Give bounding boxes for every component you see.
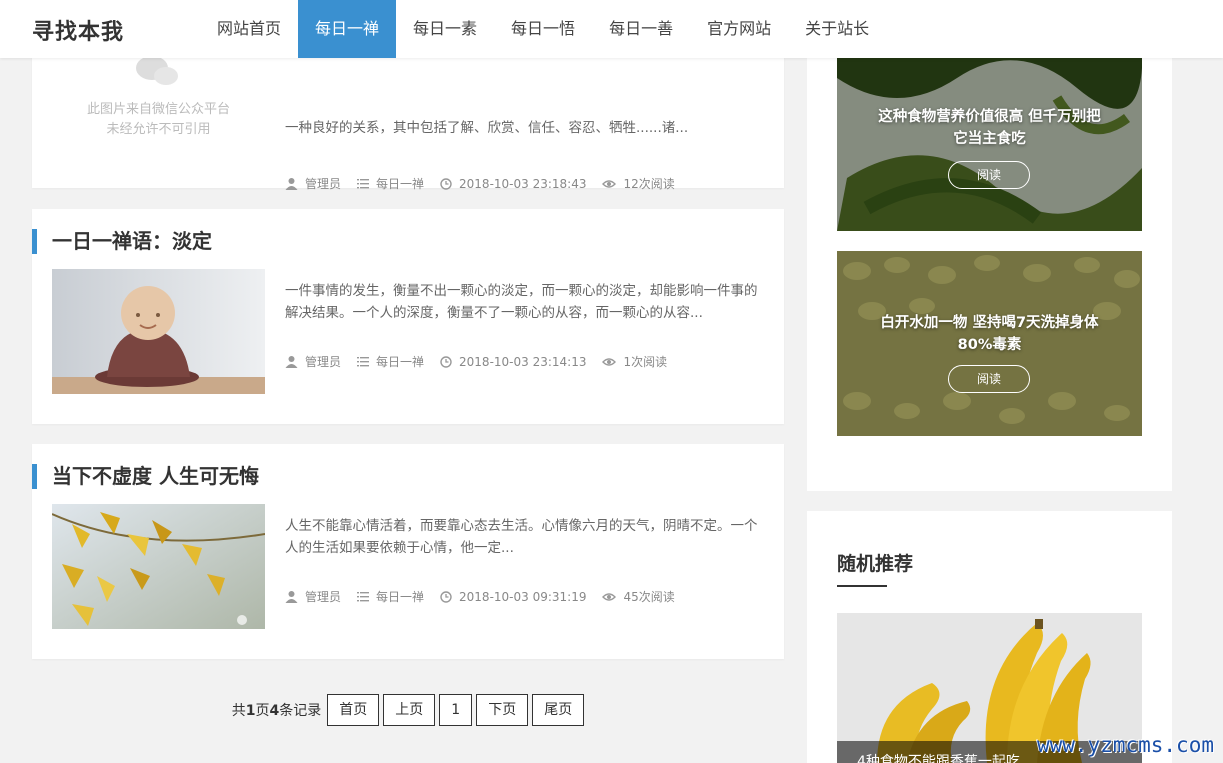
monk-figurine-image [52,269,265,394]
clock-icon [440,177,452,190]
article-excerpt: 一种良好的关系，其中包括了解、欣赏、信任、容忍、牺牲......诸... [285,120,689,136]
user-icon [285,178,298,190]
article-title[interactable]: 一日一禅语：淡定 [32,229,212,254]
site-watermark: www.yzmcms.com [1036,733,1214,757]
page-number-button[interactable]: 1 [439,694,473,726]
last-page-button[interactable]: 尾页 [532,694,585,726]
list-icon [357,179,370,189]
article-card: 当下不虚度 人生可无悔 人生不能靠心情活着，而要靠心态去生活。心情像六月的天气，… [32,444,784,659]
nav-item-daily-vegetarian[interactable]: 每日一素 [396,0,494,58]
article-date: 2018-10-03 09:31:19 [459,589,587,604]
user-icon [285,356,298,368]
article-excerpt: 一件事情的发生，衡量不出一颗心的淡定，而一颗心的淡定，却能影响一件事的解决结果。… [285,283,758,321]
prev-page-button[interactable]: 上页 [383,694,436,726]
article-views: 12次阅读 [623,177,675,191]
pagination: 共1页4条记录 首页 上页 1 下页 尾页 [32,694,784,726]
article-thumbnail[interactable] [52,504,265,629]
article-excerpt: 人生不能靠心情活着，而要靠心态去生活。心情像六月的天气，阴晴不定。一个人的生活如… [285,518,758,556]
article-category[interactable]: 每日一禅 [376,175,424,192]
article-meta: 管理员 每日一禅 2018-10-03 23:18:43 12次阅读 [285,175,691,192]
article-category[interactable]: 每日一禅 [376,588,424,605]
article-author[interactable]: 管理员 [305,353,341,370]
user-icon [285,591,298,603]
next-page-button[interactable]: 下页 [476,694,529,726]
promo-card[interactable]: 白开水加一物 坚持喝7天洗掉身体80%毒素 阅读 [837,251,1142,436]
promo-title: 这种食物营养价值很高 但千万别把它当主食吃 [878,109,1101,147]
read-button[interactable]: 阅读 [948,161,1030,189]
article-views: 45次阅读 [623,590,675,604]
article-meta: 管理员 每日一禅 2018-10-03 23:14:13 1次阅读 [285,353,683,370]
list-icon [357,357,370,367]
nav-item-official-site[interactable]: 官方网站 [690,0,788,58]
article-views: 1次阅读 [623,355,668,369]
main-nav: 网站首页 每日一禅 每日一素 每日一悟 每日一善 官方网站 关于站长 [200,0,886,58]
clock-icon [440,590,452,603]
article-title[interactable]: 当下不虚度 人生可无悔 [32,464,259,489]
article-author[interactable]: 管理员 [305,588,341,605]
nav-item-home[interactable]: 网站首页 [200,0,298,58]
read-button[interactable]: 阅读 [948,365,1030,393]
article-card: 一日一禅语：淡定 一件事情的发生，衡量不出一颗心的淡定，而一颗心的淡定，却能影响… [32,209,784,424]
article-date: 2018-10-03 23:14:13 [459,354,587,369]
article-meta: 管理员 每日一禅 2018-10-03 09:31:19 45次阅读 [285,588,691,605]
pagination-summary: 共1页4条记录 [231,703,322,719]
nav-item-about[interactable]: 关于站长 [788,0,886,58]
first-page-button[interactable]: 首页 [327,694,380,726]
nav-item-daily-insight[interactable]: 每日一悟 [494,0,592,58]
eye-icon [602,592,617,601]
section-title: 随机推荐 [837,553,914,575]
section-title-underline [837,585,887,587]
sidebar-featured: 这种食物营养价值很高 但千万别把它当主食吃 阅读 白开水加一物 坚持喝7天洗掉身… [807,0,1172,491]
nav-item-daily-kindness[interactable]: 每日一善 [592,0,690,58]
site-header: 寻找本我 网站首页 每日一禅 每日一素 每日一悟 每日一善 官方网站 关于站长 [0,0,1223,58]
promo-title: 白开水加一物 坚持喝7天洗掉身体80%毒素 [880,315,1099,353]
eye-icon [602,357,617,366]
thumbnail-caption: 未经允许不可引用 [106,122,211,137]
thumbnail-caption: 此图片来自微信公众平台 [86,102,230,117]
article-thumbnail[interactable]: 此图片来自微信公众平台 未经允许不可引用 [52,46,265,171]
article-date: 2018-10-03 23:18:43 [459,176,587,191]
ginkgo-leaves-image [52,504,265,629]
nav-item-daily-zen[interactable]: 每日一禅 [298,0,397,58]
recommend-title: 4种食物不能跟香蕉一起吃 [857,754,1020,763]
list-icon [357,592,370,602]
article-thumbnail[interactable] [52,269,265,394]
promo-card[interactable]: 这种食物营养价值很高 但千万别把它当主食吃 阅读 [837,58,1142,231]
article-category[interactable]: 每日一禅 [376,353,424,370]
sidebar-random: 随机推荐 4种食物不能跟香蕉一起吃 [807,511,1172,763]
eye-icon [602,179,617,188]
clock-icon [440,355,452,368]
site-logo[interactable]: 寻找本我 [32,14,124,46]
article-author[interactable]: 管理员 [305,175,341,192]
